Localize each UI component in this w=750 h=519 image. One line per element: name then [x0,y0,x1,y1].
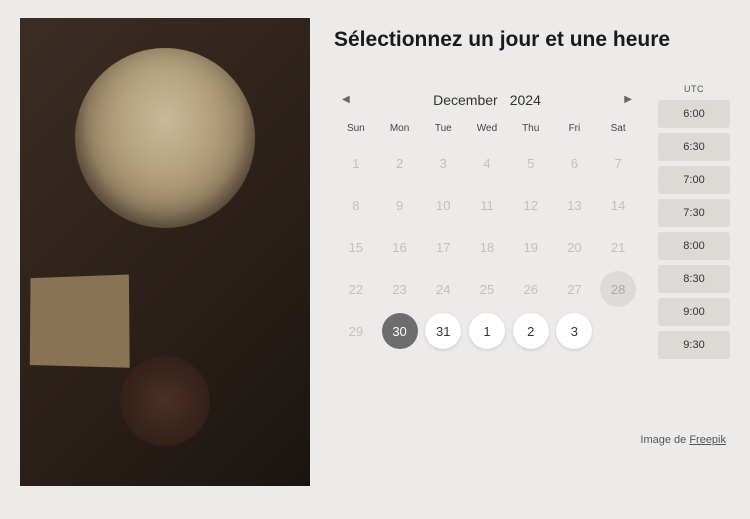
calendar-day: 9 [382,187,418,223]
calendar-day: 19 [513,229,549,265]
calendar-dow-label: Wed [465,123,509,134]
calendar-day: 22 [338,271,374,307]
calendar-day: 11 [469,187,505,223]
calendar-day: 20 [556,229,592,265]
calendar-dow-label: Sat [596,123,640,134]
calendar-day: 6 [556,145,592,181]
calendar-day: 27 [556,271,592,307]
calendar-day: 21 [600,229,636,265]
calendar-day: 14 [600,187,636,223]
prev-month-button[interactable]: ◀ [334,90,358,109]
calendar-day: 26 [513,271,549,307]
calendar-day: 18 [469,229,505,265]
time-slot[interactable]: 9:30 [658,331,730,359]
credit-link[interactable]: Freepik [689,434,726,446]
time-slot[interactable]: 7:00 [658,166,730,194]
calendar-day: 10 [425,187,461,223]
time-slot[interactable]: 8:30 [658,265,730,293]
calendar-day[interactable]: 1 [469,313,505,349]
image-credit: Image de Freepik [334,434,730,446]
calendar-day: 3 [425,145,461,181]
calendar-day: 29 [338,313,374,349]
calendar-dow-label: Fri [553,123,597,134]
calendar-day: 15 [338,229,374,265]
calendar-dow-label: Sun [334,123,378,134]
time-slot[interactable]: 6:00 [658,100,730,128]
calendar: ◀ December 2024 ▶ SunMonTueWedThuFriSat … [334,84,640,364]
calendar-month-label: December [433,92,498,108]
calendar-day: 13 [556,187,592,223]
calendar-day[interactable]: 31 [425,313,461,349]
calendar-day: 25 [469,271,505,307]
calendar-day: 24 [425,271,461,307]
calendar-day: 2 [382,145,418,181]
calendar-day: 17 [425,229,461,265]
calendar-day: 16 [382,229,418,265]
calendar-day: 1 [338,145,374,181]
time-slot[interactable]: 8:00 [658,232,730,260]
calendar-day: 28 [600,271,636,307]
calendar-dow-label: Thu [509,123,553,134]
next-month-button[interactable]: ▶ [616,90,640,109]
calendar-day[interactable]: 2 [513,313,549,349]
calendar-day: 5 [513,145,549,181]
calendar-day: 4 [469,145,505,181]
time-slot[interactable]: 6:30 [658,133,730,161]
hero-image [20,18,310,486]
calendar-day: 8 [338,187,374,223]
calendar-dow-label: Mon [378,123,422,134]
calendar-dow-label: Tue [421,123,465,134]
calendar-day: 7 [600,145,636,181]
timezone-label: UTC [658,84,730,100]
calendar-year-label: 2024 [510,92,541,108]
calendar-day: 23 [382,271,418,307]
page-title: Sélectionnez un jour et une heure [334,28,730,52]
time-slot[interactable]: 9:00 [658,298,730,326]
calendar-day[interactable]: 30 [382,313,418,349]
calendar-day: 12 [513,187,549,223]
time-slot[interactable]: 7:30 [658,199,730,227]
calendar-day[interactable]: 3 [556,313,592,349]
